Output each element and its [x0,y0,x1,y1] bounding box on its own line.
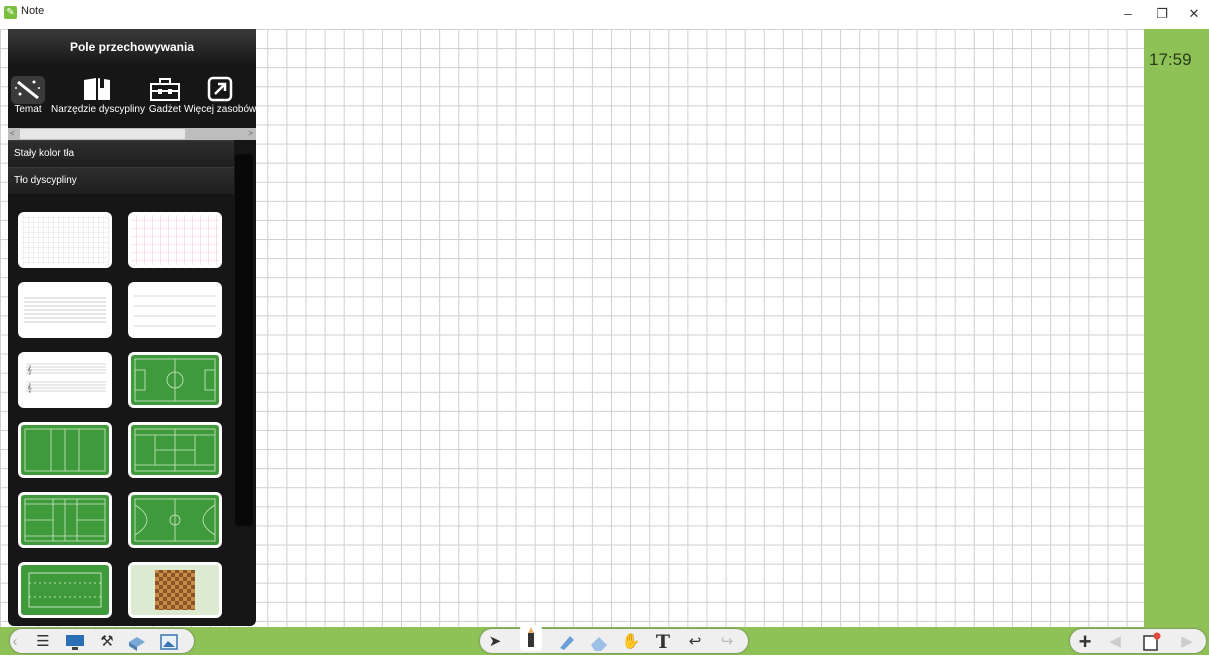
tool-narzedzie-dyscypliny[interactable]: Narzędzie dyscypliny [49,74,147,126]
svg-text:𝄞: 𝄞 [27,383,32,392]
section-solid-background[interactable]: Stały kolor tła [8,140,234,167]
undo-icon[interactable]: ↩ [684,632,706,652]
add-page-icon[interactable]: + [1074,631,1096,653]
thumb-chessboard[interactable] [128,562,222,618]
redo-icon[interactable]: ↪ [716,632,738,652]
page-list-icon[interactable] [1140,632,1162,652]
thumb-volleyball-court[interactable] [18,422,112,478]
menu-icon[interactable]: ☰ [32,632,54,652]
text-tool-icon[interactable]: T [652,632,674,652]
scroll-right-icon[interactable]: > [248,128,253,140]
wand-icon [8,74,48,104]
clock-display: 17:59 [1149,50,1192,69]
right-side-panel [1144,29,1209,627]
sidebar-toolbar: Temat Narzędzie dyscypliny Gadżet Więcej… [8,66,256,128]
bottom-toolbar: ‹ ☰ ⚒ ➤ ✋ T ↩ ↪ + ◀ ▶ [0,625,1209,655]
close-button[interactable]: ✕ [1180,3,1208,25]
thumb-red-grid[interactable] [128,212,222,268]
scroll-left-icon[interactable]: < [10,128,15,140]
book-icon [49,74,147,104]
collapse-left-icon[interactable]: ‹ [4,632,26,652]
select-pointer-icon[interactable]: ➤ [484,632,506,652]
external-link-icon [184,74,256,104]
tool-label: Temat [14,104,42,115]
monitor-icon[interactable] [64,632,86,652]
tool-gadzet[interactable]: Gadżet [146,74,184,126]
scrollbar-thumb[interactable] [20,129,185,139]
hand-pan-icon[interactable]: ✋ [620,632,642,652]
toolbox-icon [146,74,184,104]
tool-label: Narzędzie dyscypliny [51,104,145,115]
drawing-tools-pill: ➤ ✋ T ↩ ↪ [480,625,748,653]
thumb-basketball-court[interactable] [128,492,222,548]
tools-icon[interactable]: ⚒ [96,632,118,652]
thumb-football-field[interactable] [18,562,112,618]
left-tools-pill: ‹ ☰ ⚒ [10,629,194,653]
eraser-icon[interactable] [588,632,610,652]
thumb-badminton-court[interactable] [18,492,112,548]
next-page-icon[interactable]: ▶ [1176,632,1198,652]
tool-wiecej-zasobow[interactable]: Więcej zasobów [184,74,256,126]
tool-label: Więcej zasobów [184,104,256,115]
highlighter-icon[interactable] [556,632,578,652]
image-icon[interactable] [158,632,180,652]
storage-box-icon[interactable] [126,632,148,652]
maximize-button[interactable]: ❐ [1148,3,1176,25]
app-logo-icon: ✎ [4,6,17,19]
resource-sidebar: Pole przechowywania Temat Narzędzie dysc… [8,29,256,626]
thumb-music-staff[interactable]: 𝄞 𝄞 [18,352,112,408]
minimize-button[interactable]: – [1114,3,1142,25]
section-subject-background[interactable]: Tło dyscypliny [8,167,234,194]
thumbnails-vertical-scrollbar[interactable] [235,154,253,526]
page-navigation-pill: + ◀ ▶ [1070,629,1206,653]
tool-label: Gadżet [148,104,182,115]
thumb-wide-lines[interactable] [128,282,222,338]
previous-page-icon[interactable]: ◀ [1104,632,1126,652]
svg-text:𝄞: 𝄞 [27,365,32,374]
thumb-gray-grid[interactable] [18,212,112,268]
title-bar: ✎ Note – ❐ ✕ [0,0,1209,29]
tool-temat[interactable]: Temat [8,74,48,126]
toolbar-horizontal-scrollbar[interactable]: < > [8,128,256,140]
thumb-dense-lines[interactable] [18,282,112,338]
sidebar-title: Pole przechowywania [8,29,256,66]
pen-icon[interactable] [520,625,542,651]
app-title: Note [21,5,45,17]
thumb-tennis-court[interactable] [128,422,222,478]
thumb-soccer-field[interactable] [128,352,222,408]
